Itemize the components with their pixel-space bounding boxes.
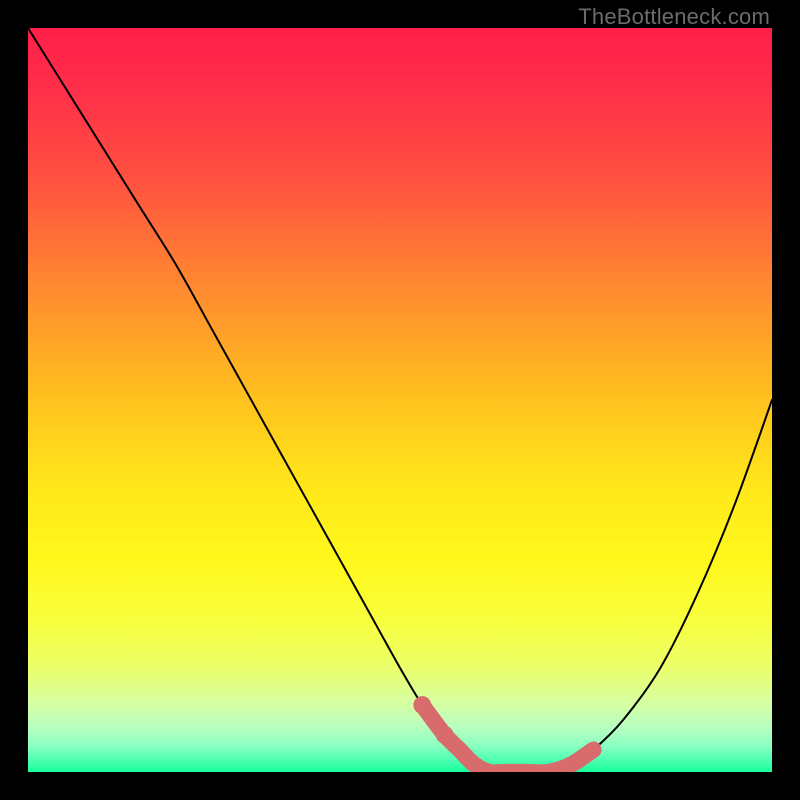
- highlight-dot: [436, 726, 454, 744]
- watermark-text: TheBottleneck.com: [578, 4, 770, 30]
- chart-svg: [28, 28, 772, 772]
- chart-frame: { "watermark": "TheBottleneck.com", "col…: [0, 0, 800, 800]
- highlight-dot: [413, 696, 431, 714]
- main-curve: [28, 28, 772, 772]
- plot-area: [28, 28, 772, 772]
